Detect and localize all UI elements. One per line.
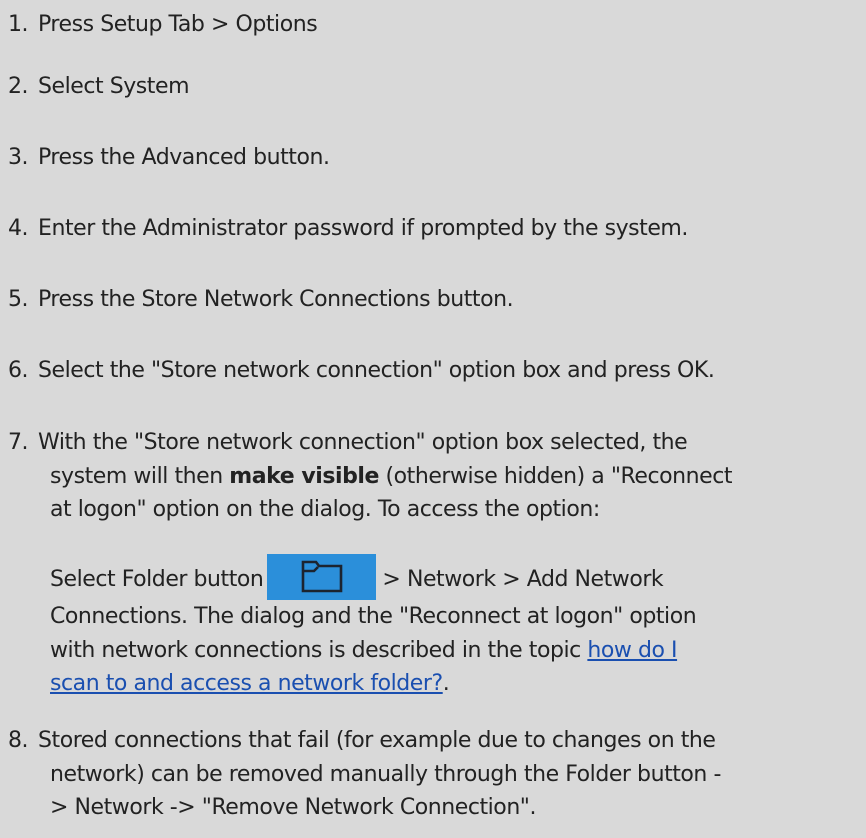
step-8-line-3: > Network -> "Remove Network Connection"… bbox=[8, 791, 858, 825]
step-text: Press the Store Network Connections butt… bbox=[38, 287, 514, 312]
sub-line-3: with network connections is described in… bbox=[8, 634, 858, 668]
step-text: Select the "Store network connection" op… bbox=[38, 358, 715, 383]
step-text: Stored connections that fail (for exampl… bbox=[38, 728, 716, 753]
step-8-line-2: network) can be removed manually through… bbox=[8, 758, 858, 792]
step-7-line-1: 7. With the "Store network connection" op… bbox=[8, 426, 858, 460]
step-text: Press the Advanced button. bbox=[38, 145, 330, 170]
step-number: 2. bbox=[8, 74, 29, 99]
emphasis-text: make visible bbox=[229, 463, 379, 489]
step-5: 5. Press the Store Network Connections bu… bbox=[8, 283, 858, 317]
step-text: > Network > Add Network bbox=[382, 567, 664, 592]
step-text: . bbox=[442, 671, 450, 696]
step-text: Connections. The dialog and the "Reconne… bbox=[50, 604, 697, 629]
step-number: 8. bbox=[8, 728, 29, 753]
step-text: Select System bbox=[38, 74, 190, 99]
step-4: 4. Enter the Administrator password if pr… bbox=[8, 212, 858, 246]
folder-button[interactable] bbox=[267, 554, 377, 600]
help-topic-link-continued[interactable]: scan to and access a network folder? bbox=[50, 671, 443, 696]
step-3: 3. Press the Advanced button. bbox=[8, 141, 858, 175]
step-number: 6. bbox=[8, 358, 29, 383]
step-text: With the "Store network connection" opti… bbox=[38, 430, 688, 455]
step-7-line-2: system will then make visible (otherwise… bbox=[8, 460, 858, 494]
sub-line-2: Connections. The dialog and the "Reconne… bbox=[8, 600, 858, 634]
step-7-subparagraph: Select Folder button > Network > Add Netw… bbox=[8, 554, 858, 701]
step-text: system will then bbox=[50, 463, 230, 489]
step-number: 7. bbox=[8, 430, 29, 455]
help-topic-link[interactable]: how do I bbox=[587, 638, 677, 663]
folder-icon bbox=[302, 560, 343, 593]
step-6: 6. Select the "Store network connection" … bbox=[8, 354, 858, 388]
step-text: Press Setup Tab > Options bbox=[38, 12, 318, 37]
sub-line-1: Select Folder button > Network > Add Netw… bbox=[8, 554, 858, 600]
step-text: network) can be removed manually through… bbox=[50, 761, 721, 787]
step-text: with network connections is described in… bbox=[50, 637, 588, 663]
step-text: at logon" option on the dialog. To acces… bbox=[50, 497, 600, 522]
step-8-line-1: 8. Stored connections that fail (for exam… bbox=[8, 724, 858, 758]
step-8: 8. Stored connections that fail (for exam… bbox=[8, 724, 858, 825]
step-number: 3. bbox=[8, 145, 29, 170]
step-2: 2. Select System bbox=[8, 70, 858, 104]
step-text: Enter the Administrator password if prom… bbox=[38, 216, 688, 241]
step-text: (otherwise hidden) a "Reconnect bbox=[378, 463, 733, 489]
step-number: 5. bbox=[8, 287, 29, 312]
step-number: 1. bbox=[8, 12, 29, 37]
step-number: 4. bbox=[8, 216, 29, 241]
step-text: > Network -> "Remove Network Connection"… bbox=[50, 795, 537, 820]
step-7-line-3: at logon" option on the dialog. To acces… bbox=[8, 493, 858, 527]
step-text: Select Folder button bbox=[50, 567, 264, 592]
sub-line-4: scan to and access a network folder?. bbox=[8, 667, 858, 701]
step-1: 1. Press Setup Tab > Options bbox=[8, 8, 858, 42]
step-7: 7. With the "Store network connection" op… bbox=[8, 426, 858, 527]
